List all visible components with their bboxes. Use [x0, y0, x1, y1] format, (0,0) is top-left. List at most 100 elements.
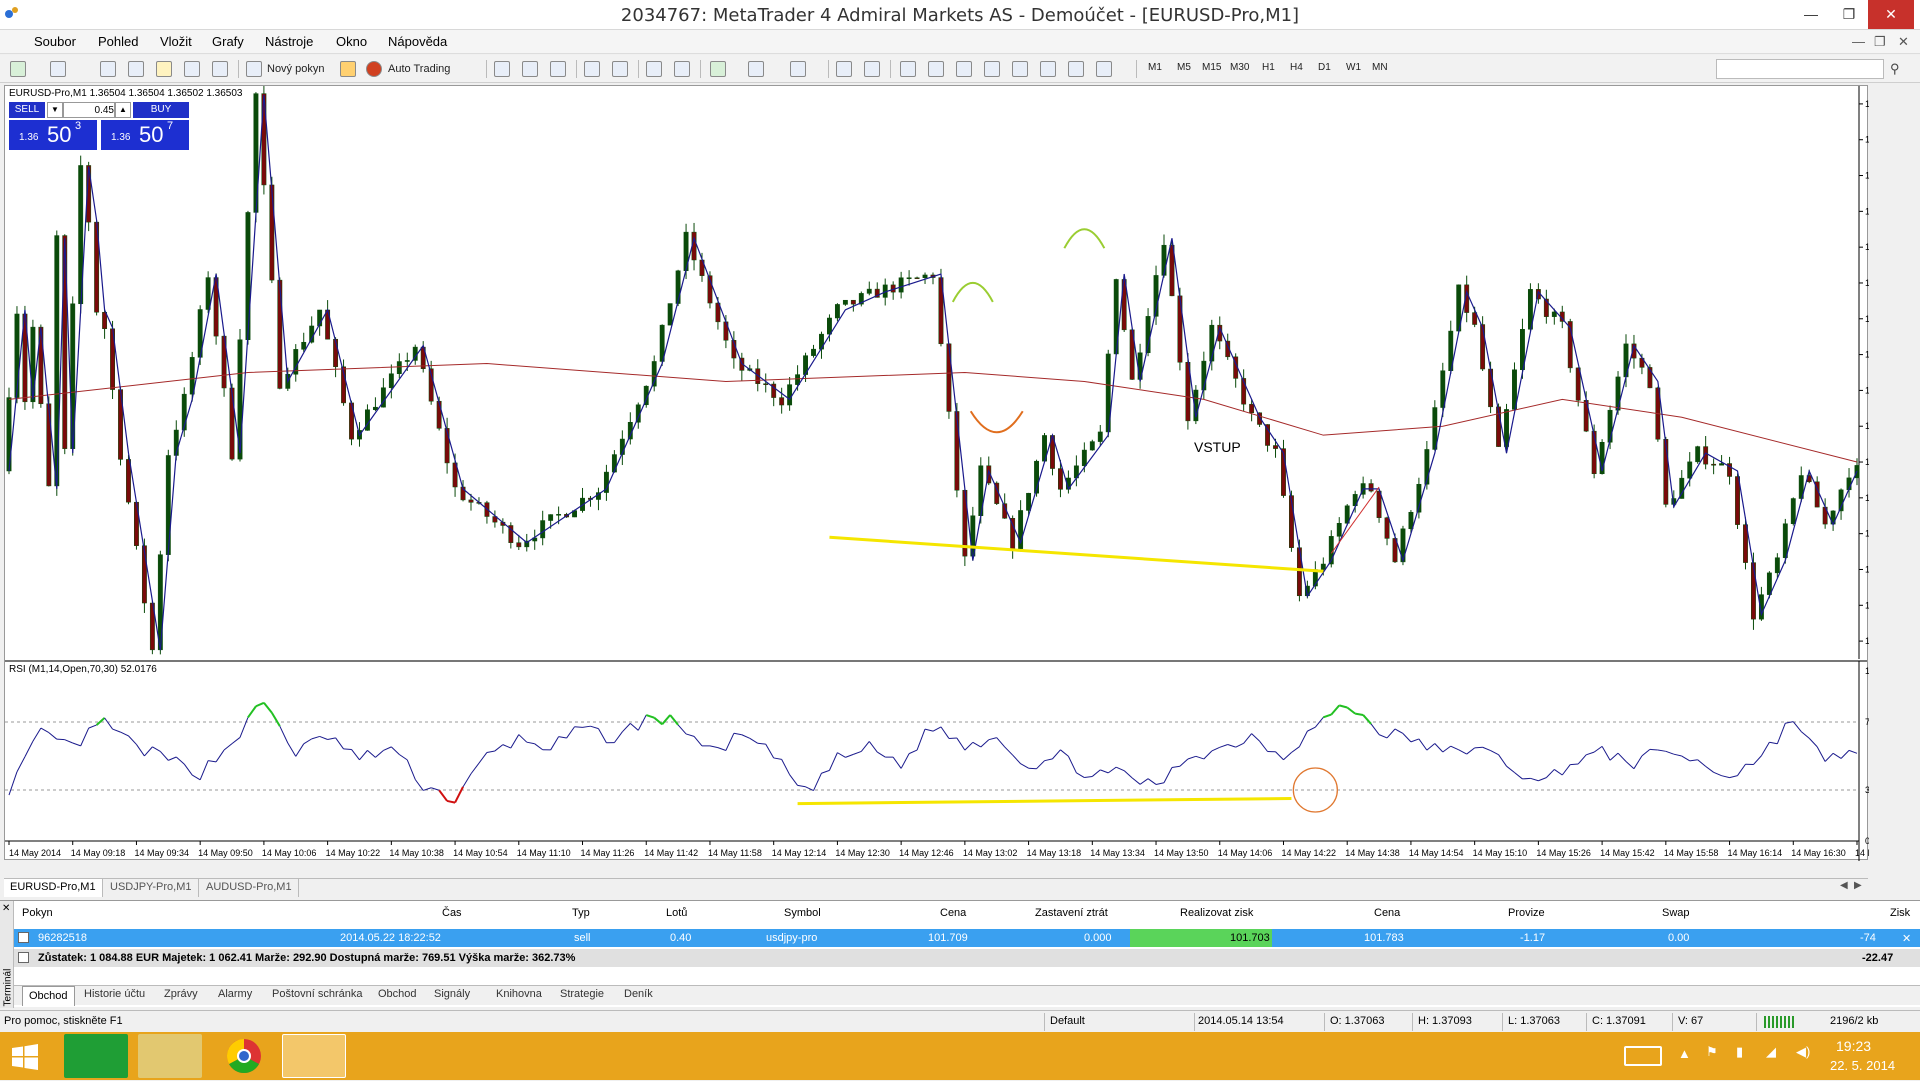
- volume-icon[interactable]: ◀): [1796, 1044, 1810, 1060]
- tf-mn[interactable]: MN: [1372, 62, 1388, 73]
- menu-vlozit[interactable]: Vložit: [160, 34, 192, 49]
- menu-okno[interactable]: Okno: [336, 34, 367, 49]
- col-zastaveni[interactable]: Zastavení ztrát: [1035, 907, 1108, 919]
- menu-pohled[interactable]: Pohled: [98, 34, 138, 49]
- arrows-icon[interactable]: [1096, 61, 1112, 77]
- tester-icon[interactable]: [212, 61, 228, 77]
- explorer-icon[interactable]: [138, 1034, 202, 1078]
- menu-napoveda[interactable]: Nápověda: [388, 34, 447, 49]
- term-tab-denik[interactable]: Deník: [624, 988, 653, 1000]
- tf-m15[interactable]: M15: [1202, 62, 1221, 73]
- favorites-icon[interactable]: [156, 61, 172, 77]
- col-cas[interactable]: Čas: [442, 907, 462, 919]
- term-tab-strategie[interactable]: Strategie: [560, 988, 604, 1000]
- cursor-icon[interactable]: [836, 61, 852, 77]
- tray-up-icon[interactable]: ▲: [1678, 1046, 1691, 1061]
- terminal-close-icon[interactable]: ✕: [2, 903, 10, 914]
- tf-d1[interactable]: D1: [1318, 62, 1331, 73]
- network-icon[interactable]: ◢: [1766, 1044, 1776, 1060]
- zoom-in-icon[interactable]: [584, 61, 600, 77]
- chrome-icon[interactable]: [212, 1034, 276, 1078]
- chart-tab-eurusd[interactable]: EURUSD-Pro,M1: [4, 879, 103, 897]
- col-typ[interactable]: Typ: [572, 907, 590, 919]
- flag-icon[interactable]: ⚑: [1706, 1044, 1718, 1060]
- store-icon[interactable]: [64, 1034, 128, 1078]
- tf-h1[interactable]: H1: [1262, 62, 1275, 73]
- tf-m5[interactable]: M5: [1177, 62, 1191, 73]
- chart-tab-usdjpy[interactable]: USDJPY-Pro,M1: [104, 879, 199, 897]
- col-swap[interactable]: Swap: [1662, 907, 1690, 919]
- templates-icon[interactable]: [790, 61, 806, 77]
- keyboard-icon[interactable]: [1624, 1046, 1662, 1066]
- text-label-icon[interactable]: [1068, 61, 1084, 77]
- metatrader-taskbar-icon[interactable]: [282, 1034, 346, 1078]
- horizontal-line-icon[interactable]: [928, 61, 944, 77]
- close-button[interactable]: ✕: [1868, 0, 1914, 29]
- term-tab-obchod[interactable]: Obchod: [22, 986, 75, 1006]
- line-chart-icon[interactable]: [550, 61, 566, 77]
- indicators-icon[interactable]: [710, 61, 726, 77]
- term-tab-knihovna[interactable]: Knihovna: [496, 988, 542, 1000]
- mdi-restore-button[interactable]: ❐: [1874, 34, 1886, 50]
- clock-date[interactable]: 22. 5. 2014: [1830, 1058, 1895, 1073]
- col-symbol[interactable]: Symbol: [784, 907, 821, 919]
- menu-grafy[interactable]: Grafy: [212, 34, 244, 49]
- text-icon[interactable]: [1040, 61, 1056, 77]
- maximize-button[interactable]: ❐: [1830, 0, 1868, 29]
- mdi-minimize-button[interactable]: —: [1852, 34, 1865, 49]
- buy-price-button[interactable]: 1.36 50 7: [101, 120, 189, 150]
- auto-trading-button[interactable]: Auto Trading: [388, 59, 450, 79]
- col-realizovat[interactable]: Realizovat zisk: [1180, 907, 1253, 919]
- table-row[interactable]: 96282518 2014.05.22 18:22:52 sell 0.40 u…: [14, 929, 1920, 947]
- connection-bars-icon[interactable]: [1764, 1016, 1796, 1028]
- tf-m1[interactable]: M1: [1148, 62, 1162, 73]
- new-chart-icon[interactable]: [10, 61, 26, 77]
- market-watch-icon[interactable]: [100, 61, 116, 77]
- lots-down-icon[interactable]: ▼: [47, 102, 63, 118]
- menu-nastroje[interactable]: Nástroje: [265, 34, 313, 49]
- col-pokyn[interactable]: Pokyn: [22, 907, 53, 919]
- rsi-chart[interactable]: 1007030014 May 201414 May 09:1814 May 09…: [5, 661, 1869, 861]
- crosshair-icon[interactable]: [864, 61, 880, 77]
- col-provize[interactable]: Provize: [1508, 907, 1545, 919]
- term-tab-historie[interactable]: Historie účtu: [84, 988, 145, 1000]
- term-tab-obchod2[interactable]: Obchod: [378, 988, 417, 1000]
- col-cena[interactable]: Cena: [940, 907, 966, 919]
- lots-up-icon[interactable]: ▲: [115, 102, 131, 118]
- candle-chart-icon[interactable]: [522, 61, 538, 77]
- chart-shift-icon[interactable]: [674, 61, 690, 77]
- auto-scroll-icon[interactable]: [646, 61, 662, 77]
- trendline-icon[interactable]: [956, 61, 972, 77]
- sell-button[interactable]: SELL: [9, 102, 45, 118]
- windows-start-icon[interactable]: [12, 1044, 38, 1073]
- profiles-icon[interactable]: [50, 61, 66, 77]
- mdi-close-button[interactable]: ✕: [1898, 34, 1909, 50]
- terminal-icon[interactable]: [184, 61, 200, 77]
- search-icon[interactable]: ⚲: [1890, 61, 1900, 77]
- tabs-left-icon[interactable]: ◀: [1840, 880, 1848, 891]
- term-tab-posta[interactable]: Poštovní schránka: [272, 988, 363, 1000]
- auto-trading-icon[interactable]: [366, 61, 382, 77]
- chart-window[interactable]: 1.373251.373051.372851.372651.372451.372…: [4, 85, 1868, 860]
- price-chart[interactable]: 1.373251.373051.372851.372651.372451.372…: [5, 86, 1869, 659]
- menu-soubor[interactable]: Soubor: [34, 34, 76, 49]
- navigator-icon[interactable]: [128, 61, 144, 77]
- periods-icon[interactable]: [748, 61, 764, 77]
- new-order-icon[interactable]: [246, 61, 262, 77]
- battery-icon[interactable]: ▮: [1736, 1044, 1743, 1060]
- status-profile[interactable]: Default: [1050, 1015, 1085, 1027]
- lots-input[interactable]: [63, 102, 115, 118]
- col-cena2[interactable]: Cena: [1374, 907, 1400, 919]
- tabs-right-icon[interactable]: ▶: [1854, 880, 1862, 891]
- tf-h4[interactable]: H4: [1290, 62, 1303, 73]
- term-tab-zpravy[interactable]: Zprávy: [164, 988, 198, 1000]
- term-tab-signaly[interactable]: Signály: [434, 988, 470, 1000]
- new-order-button[interactable]: Nový pokyn: [267, 59, 324, 79]
- channel-icon[interactable]: [984, 61, 1000, 77]
- meta-editor-icon[interactable]: [340, 61, 356, 77]
- chart-tab-audusd[interactable]: AUDUSD-Pro,M1: [200, 879, 299, 897]
- col-lotu[interactable]: Lotů: [666, 907, 687, 919]
- minimize-button[interactable]: —: [1792, 0, 1830, 29]
- tf-w1[interactable]: W1: [1346, 62, 1361, 73]
- vertical-line-icon[interactable]: [900, 61, 916, 77]
